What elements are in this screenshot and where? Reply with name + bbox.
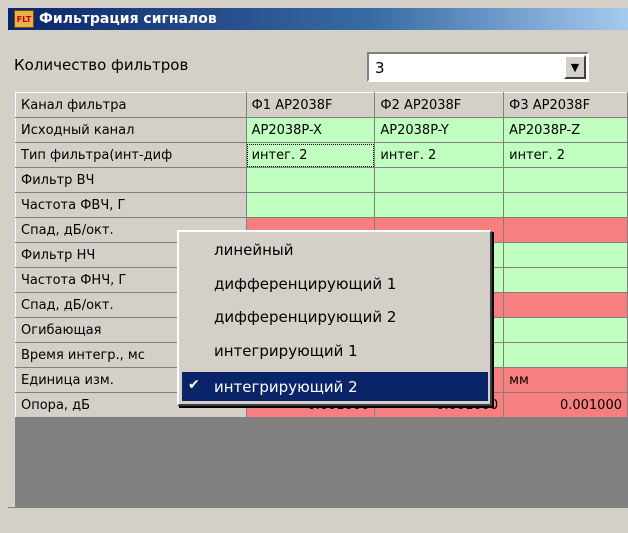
grid-cell[interactable] (503, 267, 628, 293)
menu-item-integrating-2[interactable]: ✔ интегрирующий 2 (182, 372, 488, 401)
grid-cell[interactable]: мм (503, 367, 628, 393)
grid-cell[interactable] (374, 167, 505, 193)
app-icon: FLT (14, 10, 34, 28)
row-label: Исходный канал (15, 117, 247, 143)
grid-cell[interactable] (503, 342, 628, 368)
grid-cell[interactable] (503, 292, 628, 318)
filter-type-dropdown-menu: линейный дифференцирующий 1 дифференциру… (177, 230, 492, 406)
grid-cell[interactable] (503, 167, 628, 193)
grid-cell[interactable]: 0.001000 (503, 392, 628, 418)
header-cell-channel: Канал фильтра (15, 92, 247, 118)
grid-cell[interactable] (503, 217, 628, 243)
checkmark-icon: ✔ (188, 377, 200, 393)
chevron-down-icon: ▼ (570, 60, 580, 74)
column-header-f2[interactable]: Ф2 AP2038F (374, 92, 505, 118)
row-label: Фильтр ВЧ (15, 167, 247, 193)
grid-cell[interactable]: AP2038P-X (246, 117, 376, 143)
column-header-f1[interactable]: Ф1 AP2038F (245, 92, 376, 118)
status-bar (8, 507, 628, 533)
row-label: Тип фильтра(инт-диф (15, 142, 247, 168)
grid-cell[interactable]: интег. 2 (503, 142, 628, 168)
title-bar[interactable]: FLT Фильтрация сигналов (8, 8, 628, 30)
row-label: Частота ФВЧ, Г (15, 192, 247, 218)
grid-cell[interactable] (374, 192, 505, 218)
grid-cell[interactable]: интег. 2 (374, 142, 505, 168)
grid-cell[interactable] (503, 192, 628, 218)
filter-count-label: Количество фильтров (14, 56, 189, 74)
filter-count-select[interactable]: 3 ▼ (367, 52, 589, 82)
grid-cell[interactable] (246, 192, 376, 218)
grid-cell[interactable] (503, 317, 628, 343)
table-row: Тип фильтра(инт-диф интег. 2 интег. 2 ин… (15, 142, 628, 168)
menu-item-linear[interactable]: линейный (182, 235, 488, 264)
table-row: Исходный канал AP2038P-X AP2038P-Y AP203… (15, 117, 628, 143)
menu-item-label: интегрирующий 2 (214, 377, 358, 396)
grid-cell[interactable]: AP2038P-Y (374, 117, 505, 143)
grid-cell[interactable] (503, 242, 628, 268)
dropdown-arrow-button[interactable]: ▼ (564, 55, 586, 79)
menu-item-differentiating-2[interactable]: дифференцирующий 2 (182, 302, 488, 331)
table-row: Частота ФВЧ, Г (15, 192, 628, 218)
grid-cell[interactable] (246, 167, 376, 193)
window-title: Фильтрация сигналов (39, 11, 217, 27)
column-header-f3[interactable]: Ф3 AP2038F (503, 92, 628, 118)
grid-cell-selected[interactable]: интег. 2 (246, 142, 376, 168)
grid-cell[interactable]: AP2038P-Z (503, 117, 628, 143)
grid-header-row: Канал фильтра Ф1 AP2038F Ф2 AP2038F Ф3 A… (15, 92, 628, 118)
menu-item-integrating-1[interactable]: интегрирующий 1 (182, 336, 488, 365)
table-row: Фильтр ВЧ (15, 167, 628, 193)
filter-window: FLT Фильтрация сигналов Количество фильт… (0, 0, 628, 533)
menu-item-differentiating-1[interactable]: дифференцирующий 1 (182, 269, 488, 298)
filter-count-value: 3 (375, 59, 385, 77)
